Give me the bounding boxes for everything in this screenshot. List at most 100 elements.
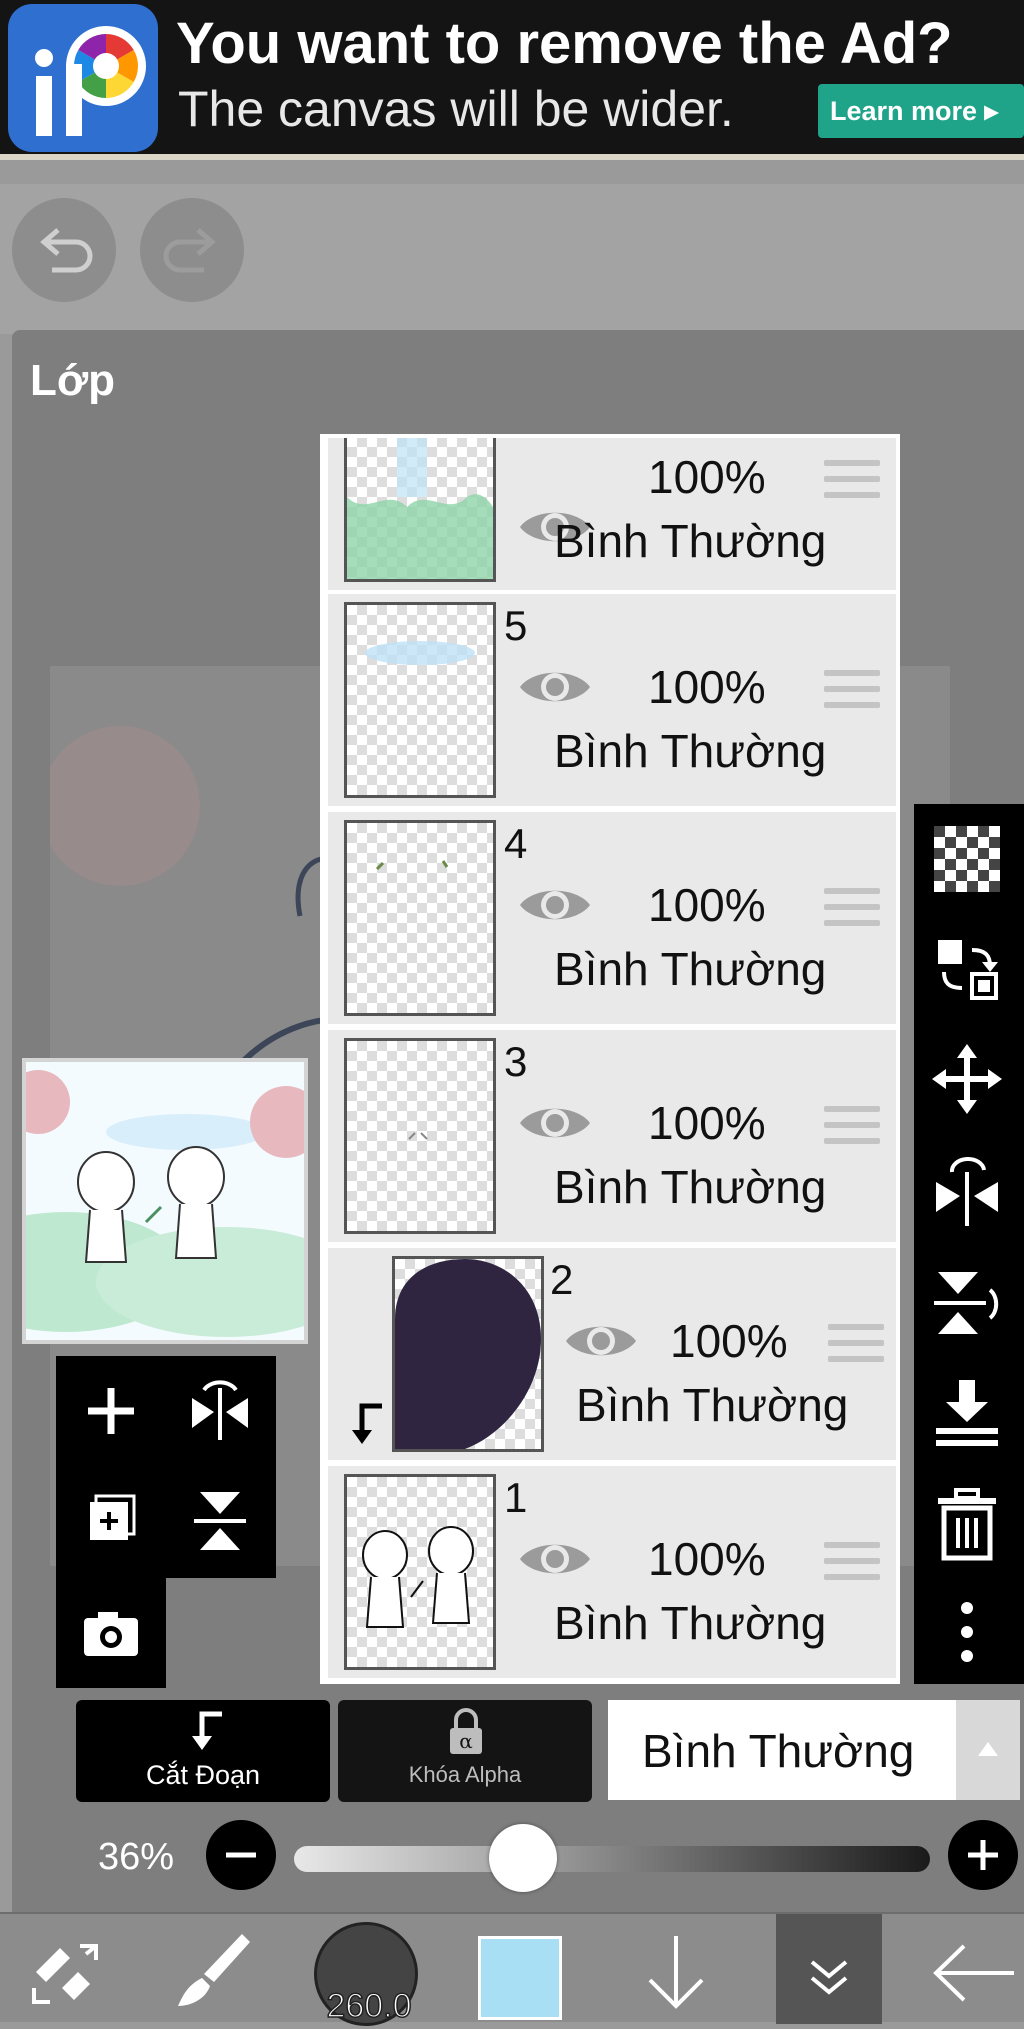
tool-selection-icon[interactable]	[26, 1932, 106, 2012]
brush-icon[interactable]	[172, 1928, 256, 2012]
svg-text:α: α	[459, 1729, 473, 1753]
layer-number: 2	[550, 1256, 574, 1303]
layer-opacity: 100%	[648, 661, 766, 713]
triangle-up-icon	[978, 1742, 998, 1756]
visibility-eye-icon[interactable]	[518, 884, 592, 926]
drag-handle-icon[interactable]	[824, 670, 880, 714]
layer-panel-toggle-button[interactable]	[776, 1914, 882, 2024]
opacity-decrease-button[interactable]	[206, 1820, 276, 1890]
layer-opacity: 100%	[670, 1315, 788, 1367]
layer-thumbnail	[344, 1038, 496, 1234]
color-swatch[interactable]	[478, 1936, 562, 2020]
swap-layer-icon[interactable]	[932, 934, 1002, 1004]
blend-mode-select[interactable]: Bình Thường	[608, 1700, 1020, 1800]
camera-icon	[84, 1612, 138, 1656]
clip-arrow-icon	[192, 1711, 222, 1750]
layer-thumbnail	[344, 438, 496, 582]
drag-handle-icon[interactable]	[828, 1324, 884, 1368]
layer-row[interactable]: 5 100% Bình Thường	[328, 594, 896, 810]
learn-more-button[interactable]: Learn more ▸	[818, 84, 1024, 138]
double-chevron-down-icon	[810, 1960, 848, 1995]
redo-button[interactable]	[140, 198, 244, 302]
blend-mode-toggle[interactable]	[956, 1700, 1020, 1800]
layer-row[interactable]: 1 100% Bình Thường	[328, 1466, 896, 1680]
visibility-eye-icon[interactable]	[518, 1102, 592, 1144]
add-layer-button[interactable]	[74, 1368, 148, 1454]
layer-blend-mode: Bình Thường	[554, 725, 827, 777]
layer-thumbnail	[344, 1474, 496, 1670]
plus-icon	[968, 1840, 998, 1870]
visibility-eye-icon[interactable]	[518, 1538, 592, 1580]
layer-row[interactable]: 2 100% Bình Thường	[328, 1248, 896, 1464]
panel-title: Lớp	[30, 356, 116, 405]
layer-opacity: 100%	[648, 1097, 766, 1149]
ad-banner[interactable]: You want to remove the Ad? The canvas wi…	[0, 0, 1024, 160]
opacity-label: 36%	[98, 1836, 175, 1878]
layer-thumbnail	[344, 820, 496, 1016]
layer-blend-mode: Bình Thường	[576, 1379, 849, 1431]
duplicate-icon	[90, 1494, 136, 1540]
duplicate-layer-button[interactable]	[74, 1478, 148, 1564]
lock-icon: α	[450, 1708, 482, 1754]
alpha-lock-label: Khóa Alpha	[408, 1762, 522, 1787]
undo-icon	[40, 228, 93, 273]
flip-horizontal-icon	[192, 1380, 248, 1440]
layer-number: 4	[504, 820, 528, 867]
brush-size-button[interactable]: 260.0	[314, 1922, 418, 2026]
drag-handle-icon[interactable]	[824, 460, 880, 504]
layer-blend-mode: Bình Thường	[554, 943, 827, 995]
ibispaint-logo-icon	[8, 4, 158, 152]
layer-blend-mode: Bình Thường	[554, 1161, 827, 1213]
drag-handle-icon[interactable]	[824, 888, 880, 932]
ad-title: You want to remove the Ad?	[176, 11, 953, 76]
artwork-thumbnail[interactable]	[0, 1058, 356, 1344]
layer-blend-mode: Bình Thường	[554, 1597, 827, 1649]
layer-side-toolbar	[914, 804, 1024, 1684]
clipping-button[interactable]: Cắt Đoạn	[76, 1700, 330, 1802]
layer-blend-mode: Bình Thường	[554, 515, 827, 567]
clip-arrow-icon	[352, 1403, 382, 1444]
layer-opacity: 100%	[648, 879, 766, 931]
opacity-slider-thumb[interactable]	[488, 1824, 557, 1892]
redo-icon	[163, 228, 216, 273]
layer-row[interactable]: 4 100% Bình Thường	[328, 812, 896, 1028]
plus-icon	[88, 1388, 134, 1434]
back-arrow-icon[interactable]	[928, 1938, 1018, 2008]
top-toolbar	[0, 184, 1024, 334]
more-options-icon[interactable]	[952, 1598, 982, 1668]
opacity-slider[interactable]	[294, 1846, 930, 1872]
bottom-toolbar: 260.0	[0, 1912, 1024, 2026]
camera-button[interactable]	[74, 1590, 148, 1676]
drag-handle-icon[interactable]	[824, 1542, 880, 1586]
minus-icon	[226, 1852, 256, 1858]
merge-down-icon[interactable]	[932, 1376, 1002, 1448]
flip-horizontal-icon[interactable]	[930, 1154, 1004, 1228]
flip-vertical-icon[interactable]	[930, 1266, 1006, 1340]
blend-mode-value: Bình Thường	[642, 1725, 915, 1777]
move-icon[interactable]	[932, 1044, 1002, 1114]
ad-subtitle: The canvas will be wider.	[178, 81, 734, 137]
layer-opacity: 100%	[648, 1533, 766, 1585]
brush-size-value: 260.0	[326, 1986, 413, 2026]
layer-opacity: 100%	[648, 451, 766, 503]
layer-list[interactable]: 100% Bình Thường 5 100% Bình Thường 4 10…	[320, 434, 900, 1684]
layer-number: 1	[504, 1474, 528, 1521]
visibility-eye-icon[interactable]	[518, 666, 592, 708]
visibility-eye-icon[interactable]	[564, 1320, 638, 1362]
flip-layer-horizontal-button[interactable]	[180, 1368, 260, 1454]
alpha-lock-button[interactable]: α Khóa Alpha	[338, 1700, 592, 1802]
flip-layer-vertical-button[interactable]	[180, 1478, 260, 1564]
layer-row[interactable]: 3 100% Bình Thường	[328, 1030, 896, 1246]
layer-number: 3	[504, 1038, 528, 1085]
layer-row[interactable]: 100% Bình Thường	[328, 438, 896, 594]
layer-number: 5	[504, 602, 528, 649]
layer-thumbnail	[344, 602, 496, 798]
drag-handle-icon[interactable]	[824, 1106, 880, 1150]
layer-thumbnail	[392, 1256, 544, 1452]
transparent-fill-icon[interactable]	[934, 826, 1000, 892]
opacity-increase-button[interactable]	[948, 1820, 1018, 1890]
undo-button[interactable]	[12, 198, 116, 302]
arrow-down-icon[interactable]	[636, 1928, 716, 2018]
flip-vertical-icon	[194, 1492, 246, 1550]
trash-icon[interactable]	[934, 1488, 1000, 1562]
